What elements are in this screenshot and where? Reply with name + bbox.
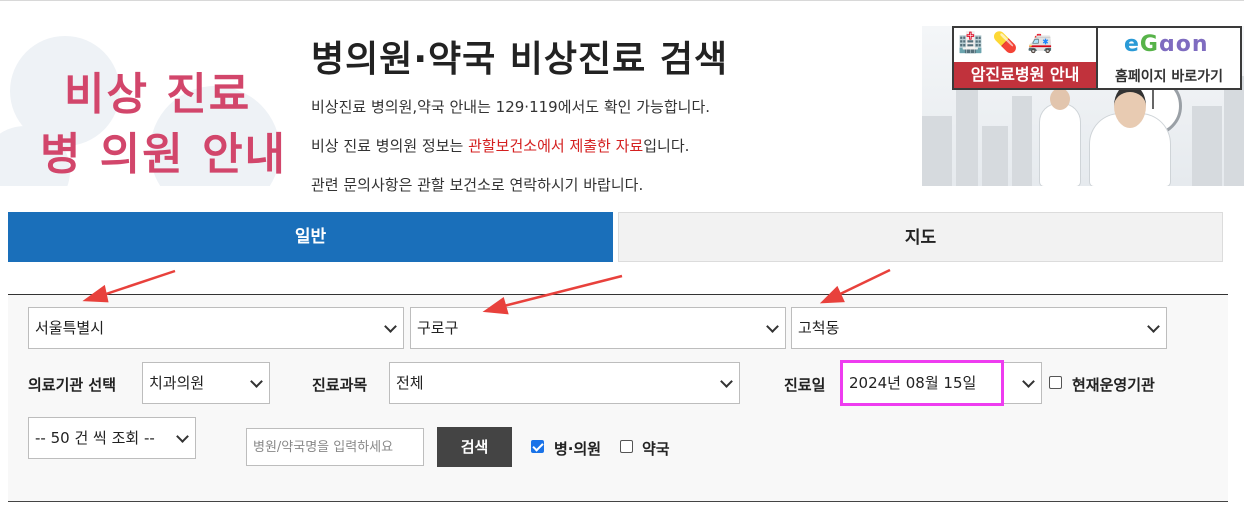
institution-select[interactable]: 치과의원 <box>142 362 270 404</box>
department-select[interactable]: 전체 <box>389 362 740 404</box>
operating-checkbox[interactable] <box>1049 376 1062 389</box>
tab-map[interactable]: 지도 <box>618 212 1223 262</box>
info-line-2-before: 비상 진료 병의원 정보는 <box>311 137 469 155</box>
page-root: 비상 진료 병 의원 안내 병의원·약국 비상진료 검색 비상진료 병의원,약국… <box>0 0 1244 509</box>
arrow-to-city <box>99 269 176 298</box>
egen-logo: eGɑon <box>1124 32 1209 57</box>
top-divider <box>0 0 1244 1</box>
city-select-value: 서울특별시 <box>35 319 105 337</box>
info-line-2-after: 입니다. <box>643 137 690 155</box>
chevron-down-icon <box>384 320 397 333</box>
doctor-illustration <box>1040 88 1080 186</box>
info-line-3: 관련 문의사항은 관할 보건소로 연락하시기 바랍니다. <box>311 176 644 194</box>
info-line-2: 비상 진료 병의원 정보는 관할보건소에서 제출한 자료입니다. <box>311 135 689 156</box>
arrow-to-dong <box>835 268 891 298</box>
department-label: 진료과목 <box>312 376 368 394</box>
cancer-hospital-button[interactable]: 🏥💊🚑 암진료병원 안내 <box>952 26 1098 90</box>
doctor-illustration-main <box>1090 84 1170 186</box>
search-button[interactable]: 검색 <box>437 427 512 467</box>
department-select-value: 전체 <box>396 374 424 392</box>
hospital-icon: 🏥💊🚑 <box>958 30 1063 54</box>
cancer-hospital-label: 암진료병원 안내 <box>954 62 1096 88</box>
operating-label: 현재운영기관 <box>1072 376 1155 394</box>
pharmacy-label: 약국 <box>642 440 670 458</box>
emergency-banner: 비상 진료 병 의원 안내 <box>0 26 290 186</box>
city-select[interactable]: 서울특별시 <box>28 307 404 349</box>
homepage-label: 홈페이지 바로가기 <box>1115 69 1223 85</box>
district-select-value: 구로구 <box>417 319 459 337</box>
chevron-down-icon <box>1147 320 1160 333</box>
info-line-2-highlight: 관할보건소에서 제출한 자료 <box>468 137 644 155</box>
district-select[interactable]: 구로구 <box>410 307 786 349</box>
page-size-value: -- 50 건 씩 조회 -- <box>35 429 155 447</box>
chevron-down-icon <box>766 320 779 333</box>
hospital-checkbox[interactable] <box>531 440 544 453</box>
dong-select-value: 고척동 <box>798 319 840 337</box>
tab-general[interactable]: 일반 <box>8 212 613 262</box>
hospital-label: 병·의원 <box>554 440 602 458</box>
search-input[interactable] <box>246 428 424 466</box>
dong-select[interactable]: 고척동 <box>791 307 1167 349</box>
chevron-down-icon <box>176 430 189 443</box>
date-label: 진료일 <box>784 376 826 394</box>
page-size-select[interactable]: -- 50 건 씩 조회 -- <box>28 417 196 459</box>
banner-line-1: 비상 진료 <box>64 69 252 120</box>
info-line-1: 비상진료 병의원,약국 안내는 129·119에서도 확인 가능합니다. <box>311 98 711 116</box>
page-title: 병의원·약국 비상진료 검색 <box>311 39 729 80</box>
chevron-down-icon <box>720 375 733 388</box>
homepage-button[interactable]: eGɑon 홈페이지 바로가기 <box>1098 26 1242 90</box>
banner-line-2: 병 의원 안내 <box>40 129 288 180</box>
institution-label: 의료기관 선택 <box>28 376 117 394</box>
chevron-down-icon <box>250 375 263 388</box>
pharmacy-checkbox[interactable] <box>620 440 633 453</box>
institution-select-value: 치과의원 <box>149 374 205 392</box>
chevron-down-icon <box>1022 375 1035 388</box>
date-highlight-box <box>840 360 1004 406</box>
